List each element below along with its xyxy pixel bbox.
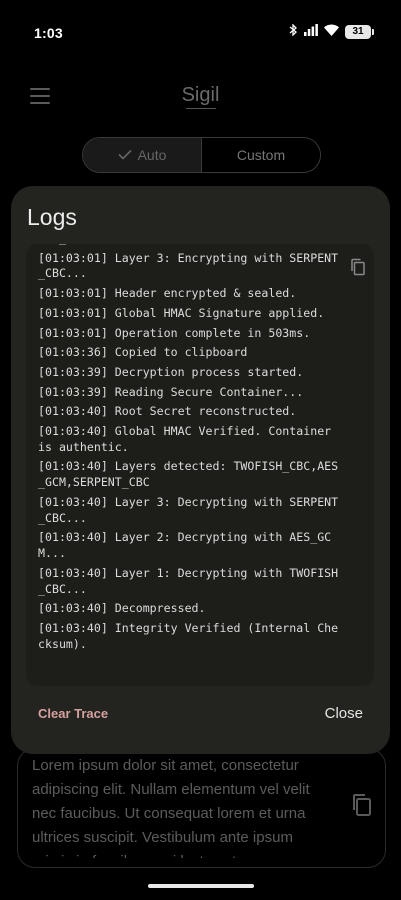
log-list: AES_GCM... [01:03:01] Layer 3: Encrypting…	[38, 244, 344, 657]
log-box[interactable]: AES_GCM... [01:03:01] Layer 3: Encrypting…	[26, 244, 374, 686]
home-indicator[interactable]	[148, 884, 254, 888]
dialog-title: Logs	[27, 204, 77, 230]
mode-toggle: Auto Custom	[82, 137, 321, 173]
custom-mode-label: Custom	[236, 147, 286, 163]
card-text: Lorem ipsum dolor sit amet, consectetur …	[32, 757, 310, 858]
log-line: [01:03:40] Decompressed.	[38, 601, 206, 616]
log-line: [01:03:01] Header encrypted & sealed.	[38, 286, 297, 301]
log-line: [01:03:40] Layer 2: Decrypting with AES_…	[38, 530, 332, 561]
copy-icon[interactable]	[351, 793, 373, 817]
log-line: [01:03:40] Layer 3: Decrypting with SERP…	[38, 494, 339, 525]
log-line: [01:03:40] Global HMAC Verified. Contain…	[38, 423, 332, 454]
check-icon	[118, 147, 132, 163]
log-line: [01:03:40] Layer 1: Decrypting with TWOF…	[38, 565, 339, 596]
custom-mode-button[interactable]: Custom	[202, 138, 320, 172]
log-line: [01:03:39] Decryption process started.	[38, 364, 304, 379]
log-line: [01:03:01] Layer 3: Encrypting with SERP…	[38, 250, 339, 281]
copy-logs-icon[interactable]	[350, 258, 366, 276]
auto-mode-button[interactable]: Auto	[83, 138, 202, 172]
title-underline	[186, 108, 216, 109]
app-title: Sigil	[181, 84, 220, 106]
auto-mode-label: Auto	[137, 147, 167, 163]
log-line: [01:03:01] Global HMAC Signature applied…	[38, 305, 325, 320]
log-line: AES_GCM...	[38, 244, 344, 247]
logs-dialog: Logs AES_GCM... [01:03:01] Layer 3: Encry…	[11, 186, 390, 754]
log-scroll-area[interactable]: AES_GCM... [01:03:01] Layer 3: Encrypting…	[38, 244, 344, 686]
close-button[interactable]: Close	[325, 705, 363, 722]
log-line: [01:03:40] Integrity Verified (Internal …	[38, 621, 339, 651]
log-line: [01:03:36] Copied to clipboard	[38, 345, 248, 360]
log-line: [01:03:40] Root Secret reconstructed.	[38, 404, 297, 419]
log-line: [01:03:39] Reading Secure Container...	[38, 384, 304, 399]
log-line: [01:03:40] Layers detected: TWOFISH_CBC,…	[38, 459, 339, 490]
log-line: [01:03:01] Operation complete in 503ms.	[38, 325, 311, 340]
clear-trace-button[interactable]: Clear Trace	[38, 706, 108, 721]
